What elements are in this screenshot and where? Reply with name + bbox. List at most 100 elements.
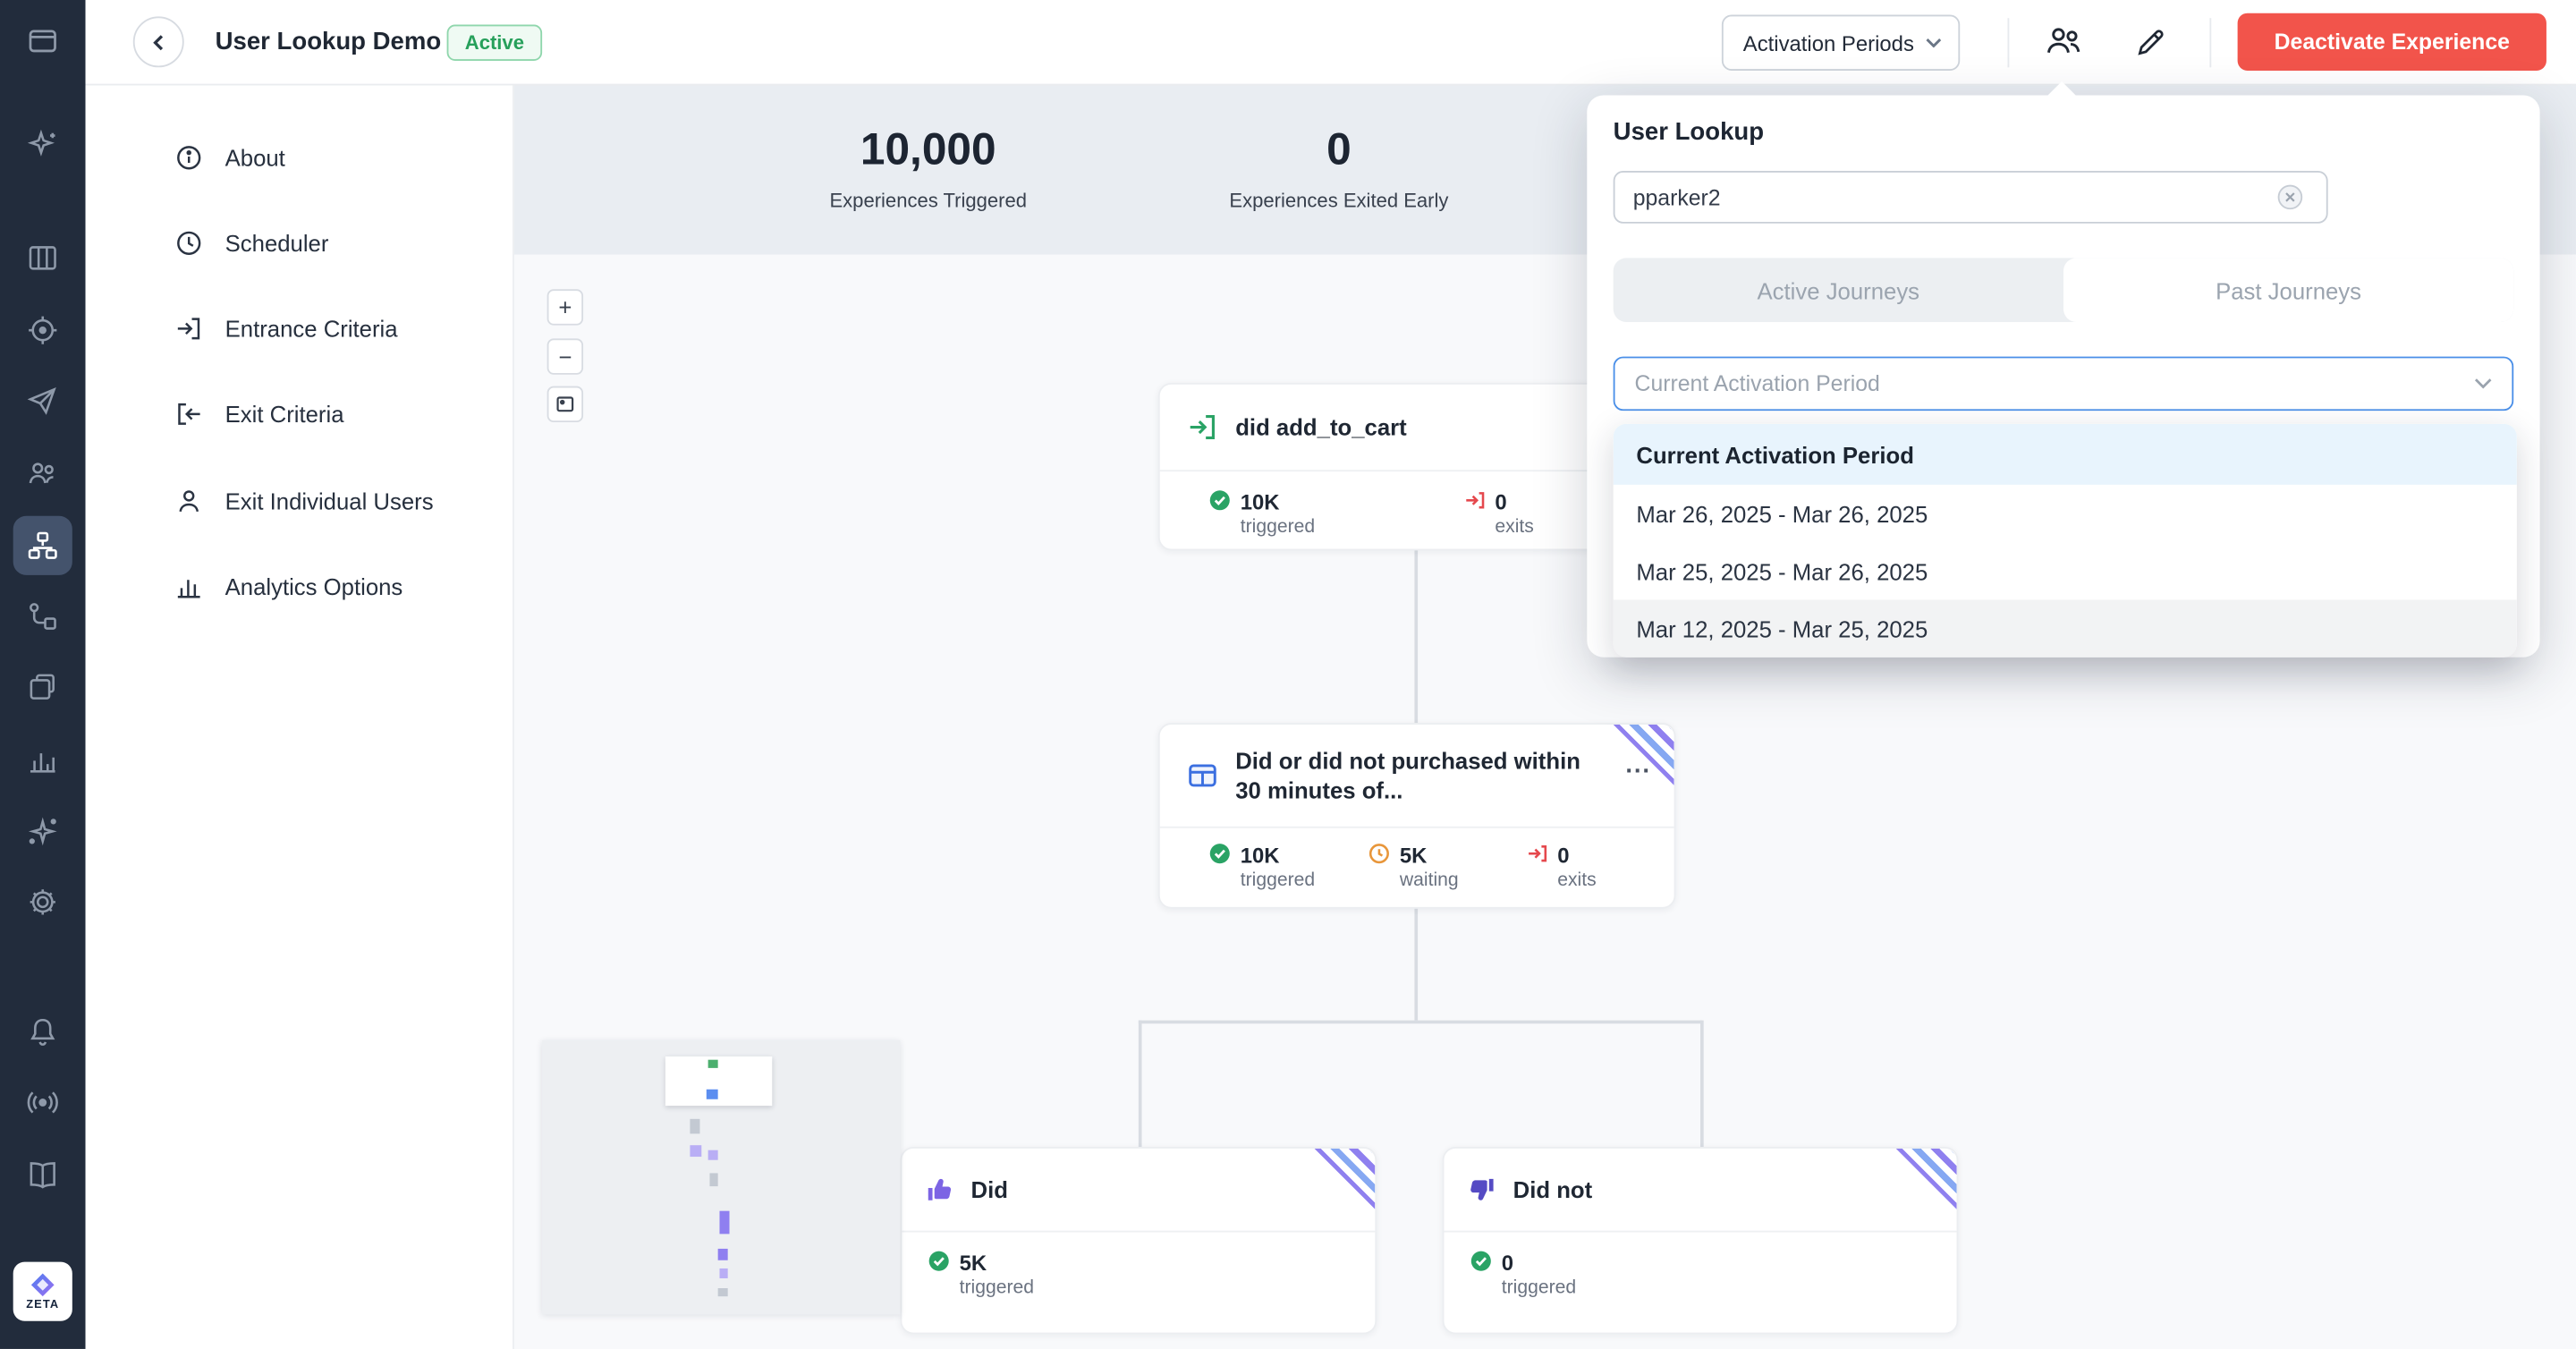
zoom-out-button[interactable]: −	[547, 338, 583, 374]
edit-pencil-icon[interactable]	[2134, 26, 2167, 67]
reports-icon[interactable]	[26, 742, 59, 776]
clock-icon	[174, 228, 204, 258]
entrance-icon	[1186, 411, 1219, 444]
zeta-diamond-icon	[30, 1272, 55, 1298]
columns-icon[interactable]	[26, 242, 59, 275]
node-stat-exits: 0exits	[1526, 843, 1596, 890]
tab-active-journeys[interactable]: Active Journeys	[1614, 258, 2063, 322]
stat-label: Experiences Triggered	[748, 189, 1109, 212]
sidebar-item-label: Exit Criteria	[225, 401, 344, 427]
sparkles-icon[interactable]	[26, 128, 59, 161]
broadcast-icon[interactable]	[26, 1086, 59, 1119]
tab-past-journeys[interactable]: Past Journeys	[2063, 258, 2513, 322]
stat-experiences-exited-early: 0 Experiences Exited Early	[1158, 125, 1520, 212]
back-button[interactable]	[133, 16, 184, 67]
journeys-tabs: Active Journeys Past Journeys	[1614, 258, 2514, 322]
connector-line	[1414, 909, 1417, 1021]
exit-arrow-icon	[1526, 843, 1547, 864]
magic-icon[interactable]	[26, 815, 59, 848]
dropdown-option[interactable]: Mar 25, 2025 - Mar 26, 2025	[1614, 542, 2517, 599]
sidebar-item-about[interactable]: About	[86, 128, 513, 187]
activation-periods-label: Activation Periods	[1743, 30, 1914, 55]
sidebar-item-entrance-criteria[interactable]: Entrance Criteria	[86, 299, 513, 358]
dropdown-option[interactable]: Mar 12, 2025 - Mar 25, 2025	[1614, 599, 2517, 657]
activation-period-select-value: Current Activation Period	[1635, 371, 1880, 396]
thumbs-down-icon	[1467, 1175, 1496, 1204]
dropdown-option[interactable]: Mar 26, 2025 - Mar 26, 2025	[1614, 485, 2517, 542]
copy-icon[interactable]	[26, 670, 59, 703]
minimap-node	[718, 1249, 728, 1260]
sidebar-item-exit-criteria[interactable]: Exit Criteria	[86, 385, 513, 444]
minimap-node	[719, 1268, 727, 1278]
icon-rail: ZETA	[0, 0, 86, 1349]
sidebar-item-label: Scheduler	[225, 230, 329, 256]
minimap-node	[709, 1173, 717, 1186]
send-icon[interactable]	[26, 385, 59, 418]
user-exit-icon	[174, 487, 204, 516]
docs-book-icon[interactable]	[26, 1158, 59, 1192]
stat-value: 0	[1495, 489, 1533, 514]
stat-value: 0	[1557, 843, 1596, 868]
node-split-purchased[interactable]: Did or did not purchased within 30 minut…	[1158, 723, 1676, 909]
node-stat-triggered: 5Ktriggered	[928, 1251, 1034, 1298]
zeta-logo-text: ZETA	[26, 1300, 59, 1311]
stat-label: triggered	[1241, 518, 1315, 538]
notifications-bell-icon[interactable]	[26, 1015, 59, 1048]
settings-gear-icon[interactable]	[26, 886, 59, 919]
stat-label: Experiences Exited Early	[1158, 189, 1520, 212]
zeta-logo[interactable]: ZETA	[13, 1262, 72, 1321]
sidebar-item-exit-individual-users[interactable]: Exit Individual Users	[86, 471, 513, 530]
journeys-icon[interactable]	[26, 529, 59, 562]
exit-arrow-icon	[1464, 489, 1486, 511]
stat-value: 5K	[960, 1251, 1034, 1276]
thumbs-up-icon	[925, 1175, 954, 1204]
minimap-viewport[interactable]	[665, 1056, 772, 1106]
node-title: Did	[971, 1175, 1008, 1204]
exit-icon	[174, 399, 204, 428]
minimap-node	[708, 1150, 718, 1160]
status-badge: Active	[447, 25, 543, 61]
deactivate-experience-button[interactable]: Deactivate Experience	[2238, 13, 2546, 71]
node-divider	[1160, 827, 1674, 828]
canvas-minimap[interactable]	[542, 1040, 900, 1315]
app-window: ZETA User Lookup Demo Active Activation …	[0, 0, 2576, 1349]
sidebar-item-label: Analytics Options	[225, 573, 403, 599]
sidebar-item-analytics-options[interactable]: Analytics Options	[86, 557, 513, 616]
info-icon	[174, 143, 204, 173]
minimap-node	[690, 1119, 699, 1134]
stat-label: exits	[1495, 518, 1533, 538]
node-did[interactable]: Did 5Ktriggered	[901, 1147, 1377, 1334]
entrance-icon	[174, 314, 204, 344]
stat-label: triggered	[1502, 1278, 1576, 1298]
clock-icon	[1368, 843, 1390, 864]
node-stat-triggered: 0triggered	[1470, 1251, 1576, 1298]
experience-sidebar: About Scheduler Entrance Criteria Exit C…	[86, 86, 514, 1349]
zoom-in-button[interactable]: +	[547, 289, 583, 325]
chevron-left-icon	[148, 32, 168, 52]
user-search-input[interactable]	[1614, 171, 2328, 224]
connector-line	[1414, 550, 1417, 723]
user-lookup-icon[interactable]	[2044, 25, 2083, 66]
screens-icon[interactable]	[26, 25, 59, 58]
node-divider	[1444, 1231, 1956, 1233]
dropdown-option-current[interactable]: Current Activation Period	[1614, 424, 2517, 485]
node-title: did add_to_cart	[1235, 412, 1406, 442]
node-title: Did not	[1513, 1175, 1593, 1204]
activation-periods-dropdown[interactable]: Activation Periods	[1722, 15, 1960, 71]
workflow-icon[interactable]	[26, 599, 59, 632]
audiences-icon[interactable]	[26, 457, 59, 490]
target-icon[interactable]	[26, 314, 59, 347]
node-did-not[interactable]: Did not 0triggered	[1443, 1147, 1959, 1334]
node-stat-triggered: 10K triggered	[1209, 489, 1315, 537]
node-menu-button[interactable]: ...	[1625, 751, 1650, 778]
node-stat-triggered: 10Ktriggered	[1209, 843, 1315, 890]
connector-line	[1700, 1021, 1703, 1147]
sidebar-item-scheduler[interactable]: Scheduler	[86, 214, 513, 273]
fit-view-button[interactable]	[547, 386, 583, 422]
clear-input-icon[interactable]	[2277, 184, 2303, 210]
chevron-down-icon	[1926, 38, 1942, 47]
check-circle-icon	[1470, 1251, 1492, 1272]
stat-value: 10K	[1241, 489, 1315, 514]
stat-value: 10,000	[748, 125, 1109, 176]
activation-period-select[interactable]: Current Activation Period	[1614, 357, 2514, 411]
